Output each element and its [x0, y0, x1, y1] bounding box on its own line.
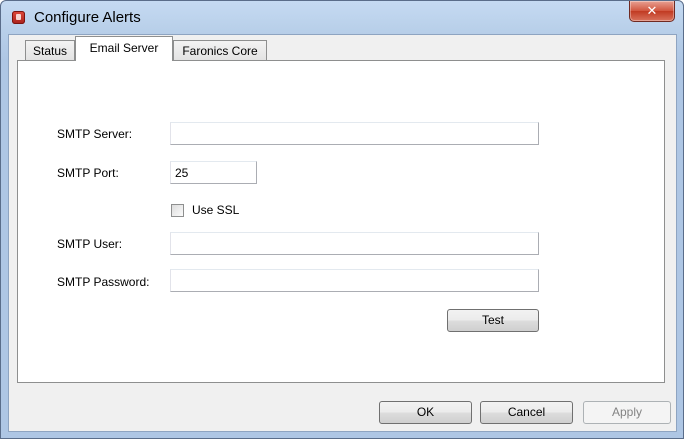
tab-email-server[interactable]: Email Server [75, 36, 173, 61]
apply-button: Apply [583, 401, 671, 424]
tab-email-server-label: Email Server [89, 41, 159, 55]
smtp-user-input[interactable] [170, 232, 539, 255]
title-bar[interactable]: Configure Alerts ✕ [1, 1, 683, 35]
close-button[interactable]: ✕ [629, 1, 675, 22]
use-ssl-checkbox[interactable] [171, 204, 184, 217]
use-ssl-label: Use SSL [192, 203, 240, 217]
tab-faronics-core[interactable]: Faronics Core [173, 40, 267, 60]
smtp-password-input[interactable] [170, 269, 539, 292]
smtp-port-label: SMTP Port: [57, 166, 119, 180]
smtp-server-label: SMTP Server: [57, 127, 133, 141]
smtp-port-input[interactable] [170, 161, 257, 184]
ok-button[interactable]: OK [379, 401, 472, 424]
close-icon: ✕ [646, 3, 658, 18]
configure-alerts-window: Configure Alerts ✕ Status Email Server F… [0, 0, 684, 439]
email-server-panel: SMTP Server: SMTP Port: Use SSL SMTP Use… [17, 60, 665, 383]
smtp-password-label: SMTP Password: [57, 275, 150, 289]
smtp-user-label: SMTP User: [57, 237, 123, 251]
tab-faronics-core-label: Faronics Core [182, 44, 258, 58]
cancel-button[interactable]: Cancel [480, 401, 573, 424]
test-button[interactable]: Test [447, 309, 539, 332]
window-title: Configure Alerts [34, 9, 141, 26]
tab-status-label: Status [32, 44, 68, 58]
faronics-alert-icon [12, 11, 25, 24]
smtp-server-input[interactable] [170, 122, 539, 145]
tab-status[interactable]: Status [25, 40, 75, 60]
